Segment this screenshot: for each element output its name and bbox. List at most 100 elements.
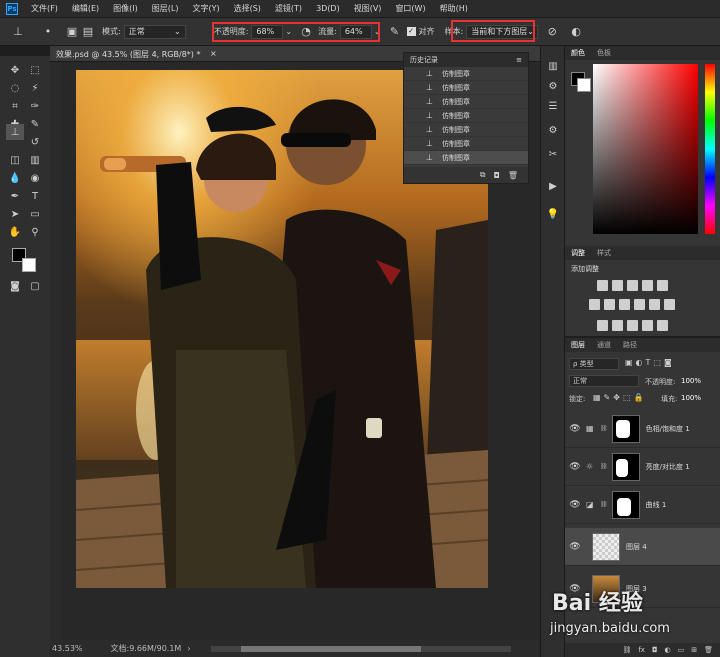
properties-panel-icon[interactable]: ⚙ — [545, 122, 561, 138]
layer-filter-icons[interactable]: ▣◐T⬚◙ — [625, 358, 675, 367]
menu-filter[interactable]: 滤镜(T) — [268, 3, 309, 14]
history-step[interactable]: ⊥ 仿制图章 — [404, 81, 528, 95]
channel-mixer-icon[interactable] — [649, 299, 660, 310]
layer-style-icon[interactable]: fx — [638, 646, 645, 654]
quick-mask-icon[interactable]: ◙ — [6, 278, 24, 294]
delete-icon[interactable]: 🗑 — [508, 171, 518, 180]
move-tool-icon[interactable]: ✥ — [6, 62, 24, 78]
eye-icon[interactable]: 👁 — [568, 462, 582, 472]
hand-tool-icon[interactable]: ✋ — [6, 224, 24, 240]
scrollbar-thumb[interactable] — [240, 645, 421, 652]
color-picker-field[interactable] — [593, 64, 698, 234]
background-color-swatch[interactable] — [577, 78, 591, 92]
brush-preset-icon[interactable]: • — [40, 24, 56, 40]
layer-hue-saturation[interactable]: 👁 ▦ ⛓ 色相/饱和度 1 — [565, 410, 720, 448]
info-lightbulb-icon[interactable]: 💡 — [545, 206, 561, 222]
menu-type[interactable]: 文字(Y) — [185, 3, 226, 14]
background-color-swatch[interactable] — [22, 258, 36, 272]
curves-icon[interactable] — [627, 280, 638, 291]
screen-mode-icon[interactable]: ▢ — [26, 278, 44, 294]
zoom-level[interactable]: 43.53% — [52, 644, 83, 653]
history-panel-icon[interactable]: ▥ — [545, 58, 561, 74]
blend-mode-select[interactable]: 正常 — [569, 375, 639, 387]
close-icon[interactable]: × — [210, 49, 217, 58]
history-step[interactable]: ⊥ 仿制图章 — [404, 67, 528, 81]
fill-value[interactable]: 100% — [681, 394, 701, 402]
color-lookup-icon[interactable] — [664, 299, 675, 310]
tab-adjustments[interactable]: 调整 — [565, 248, 591, 258]
lock-icons[interactable]: ▦✎✥⬚🔒 — [593, 393, 646, 402]
brightness-contrast-icon[interactable] — [597, 280, 608, 291]
hue-saturation-icon[interactable] — [589, 299, 600, 310]
path-selection-tool-icon[interactable]: ➤ — [6, 206, 24, 222]
pen-tool-icon[interactable]: ✒ — [6, 188, 24, 204]
gradient-tool-icon[interactable]: ▥ — [26, 152, 44, 168]
layer-mask-thumbnail[interactable] — [611, 452, 640, 481]
marquee-tool-icon[interactable]: ⬚ — [26, 62, 44, 78]
clone-stamp-preset-icon[interactable]: ⊥ — [10, 24, 26, 40]
layer-mask-thumbnail[interactable] — [611, 490, 640, 519]
type-tool-icon[interactable]: T — [26, 188, 44, 204]
new-document-from-state-icon[interactable]: ⧉ — [480, 170, 486, 180]
eye-icon[interactable]: 👁 — [568, 542, 582, 552]
eyedropper-tool-icon[interactable]: ✑ — [26, 98, 44, 114]
horizontal-scrollbar[interactable] — [210, 645, 511, 652]
clone-stamp-tool-icon[interactable]: ⊥ — [6, 124, 24, 140]
layer-4[interactable]: 👁 图层 4 — [565, 528, 720, 566]
invert-icon[interactable] — [597, 320, 608, 331]
tab-styles[interactable]: 样式 — [591, 248, 617, 258]
rectangle-tool-icon[interactable]: ▭ — [26, 206, 44, 222]
new-group-icon[interactable]: ▭ — [678, 646, 685, 654]
layer-thumbnail[interactable] — [592, 532, 620, 561]
lasso-tool-icon[interactable]: ◌ — [6, 80, 24, 96]
layer-curves[interactable]: 👁 ◪ ⛓ 曲线 1 — [565, 486, 720, 524]
zoom-tool-icon[interactable]: ⚲ — [26, 224, 44, 240]
hue-slider[interactable] — [705, 64, 715, 234]
menu-file[interactable]: 文件(F) — [24, 3, 65, 14]
actions-play-icon[interactable]: ▶ — [545, 178, 561, 194]
tab-color[interactable]: 颜色 — [565, 48, 591, 58]
panel-menu-icon[interactable]: ≡ — [516, 56, 522, 64]
tools-presets-icon[interactable]: ✂ — [545, 146, 561, 162]
menu-view[interactable]: 视图(V) — [347, 3, 389, 14]
exposure-icon[interactable] — [642, 280, 653, 291]
link-icon[interactable]: ⛓ — [600, 463, 608, 470]
menu-image[interactable]: 图像(I) — [106, 3, 145, 14]
crop-tool-icon[interactable]: ⌗ — [6, 98, 24, 114]
menu-help[interactable]: 帮助(H) — [433, 3, 475, 14]
history-step[interactable]: ⊥ 仿制图章 — [404, 95, 528, 109]
layer-mask-thumbnail[interactable] — [611, 414, 640, 443]
eraser-tool-icon[interactable]: ◫ — [6, 152, 24, 168]
menu-select[interactable]: 选择(S) — [227, 3, 268, 14]
mode-select[interactable]: 正常 ⌄ — [123, 24, 186, 39]
posterize-icon[interactable] — [612, 320, 623, 331]
menu-layer[interactable]: 图层(L) — [145, 3, 186, 14]
selective-color-icon[interactable] — [642, 320, 653, 331]
color-balance-icon[interactable] — [604, 299, 615, 310]
dodge-tool-icon[interactable]: ◉ — [26, 170, 44, 186]
threshold-icon[interactable] — [627, 320, 638, 331]
sliders-icon[interactable]: ☰ — [545, 98, 561, 114]
new-layer-icon[interactable]: ⊞ — [691, 646, 697, 654]
link-icon[interactable]: ⛓ — [600, 501, 608, 508]
add-mask-icon[interactable]: ◘ — [652, 646, 658, 654]
levels-icon[interactable] — [612, 280, 623, 291]
tab-layers[interactable]: 图层 — [565, 340, 591, 350]
menu-window[interactable]: 窗口(W) — [388, 3, 432, 14]
brush-tool-icon[interactable]: ✎ — [26, 116, 44, 132]
toggle-clone-source-icon[interactable]: ▤ — [80, 24, 96, 40]
photo-filter-icon[interactable] — [634, 299, 645, 310]
history-step[interactable]: ⊥ 仿制图章 — [404, 137, 528, 151]
chevron-right-icon[interactable]: › — [187, 644, 190, 653]
adjustments-panel-icon[interactable]: ⚙ — [545, 78, 561, 94]
layer-opacity-value[interactable]: 100% — [681, 377, 701, 385]
tab-paths[interactable]: 路径 — [617, 340, 643, 350]
aligned-checkbox[interactable]: ✓ — [406, 27, 416, 36]
tab-channels[interactable]: 通道 — [591, 340, 617, 350]
history-brush-tool-icon[interactable]: ↺ — [26, 134, 44, 150]
blur-tool-icon[interactable]: 💧 — [6, 170, 24, 186]
pressure-size-icon[interactable]: ◐ — [568, 24, 584, 40]
ignore-adjustment-layers-icon[interactable]: ⊘ — [544, 24, 560, 40]
eye-icon[interactable]: 👁 — [568, 500, 582, 510]
toggle-brush-panel-icon[interactable]: ▣ — [64, 24, 80, 40]
